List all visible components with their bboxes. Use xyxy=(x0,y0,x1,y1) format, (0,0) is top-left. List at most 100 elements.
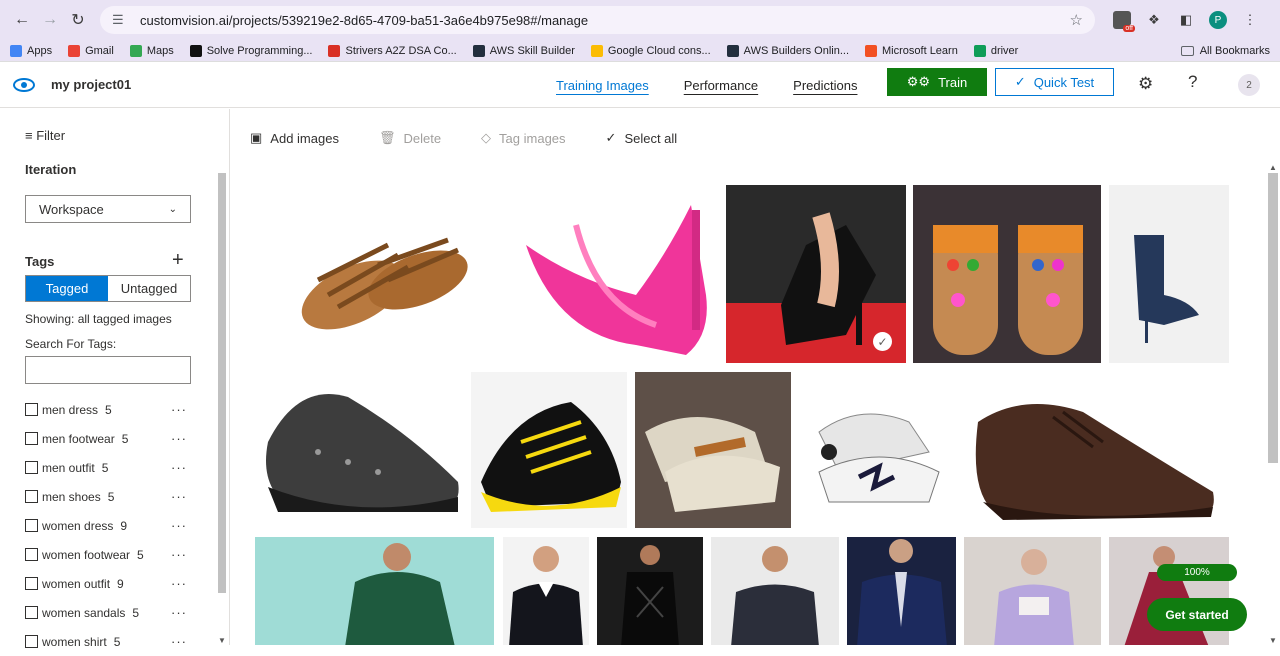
bookmark-item[interactable]: Gmail xyxy=(68,44,114,57)
browser-menu-icon[interactable]: ⋮ xyxy=(1241,11,1259,29)
filter-icon: ≡ xyxy=(25,128,33,143)
bookmark-star-icon[interactable]: ☆ xyxy=(1070,11,1083,29)
image-tile[interactable] xyxy=(516,185,718,363)
tag-row[interactable]: women outfit 9 ··· xyxy=(25,569,191,598)
reload-icon[interactable]: ↻ xyxy=(64,6,92,34)
bookmark-item[interactable]: AWS Builders Onlin... xyxy=(726,44,849,57)
main-scrollbar[interactable]: ▲ ▼ xyxy=(1266,163,1280,645)
tab-performance[interactable]: Performance xyxy=(684,78,758,93)
back-icon[interactable]: ← xyxy=(8,6,36,34)
tag-row[interactable]: women shirt 5 ··· xyxy=(25,627,191,656)
bookmark-item[interactable]: driver xyxy=(973,44,1018,57)
user-avatar[interactable]: 2 xyxy=(1238,74,1260,96)
bookmark-favicon-icon xyxy=(328,44,341,57)
site-info-icon[interactable]: ☰ xyxy=(112,12,130,28)
image-tile[interactable] xyxy=(799,372,955,528)
tag-icon: ◇ xyxy=(481,130,492,145)
bookmark-item[interactable]: Strivers A2Z DSA Co... xyxy=(328,44,457,57)
image-tile[interactable] xyxy=(258,185,498,363)
image-tile[interactable] xyxy=(255,537,494,645)
add-images-button[interactable]: ▣ Add images xyxy=(250,130,339,146)
image-tile[interactable] xyxy=(964,537,1101,645)
get-started-button[interactable]: Get started xyxy=(1147,598,1247,631)
tag-row[interactable]: men footwear 5 ··· xyxy=(25,424,191,453)
bookmark-label: Google Cloud cons... xyxy=(607,44,711,57)
quick-test-button[interactable]: ✓ Quick Test xyxy=(995,68,1114,96)
scroll-down-icon[interactable]: ▼ xyxy=(1269,636,1277,645)
tag-row[interactable]: men dress 5 ··· xyxy=(25,395,191,424)
help-icon[interactable]: ? xyxy=(1188,72,1197,92)
image-tile[interactable] xyxy=(711,537,839,645)
tag-checkbox[interactable] xyxy=(25,548,38,561)
bookmark-item[interactable]: AWS Skill Builder xyxy=(472,44,575,57)
more-options-icon[interactable]: ··· xyxy=(171,547,187,562)
more-options-icon[interactable]: ··· xyxy=(171,634,187,649)
scroll-down-icon[interactable]: ▼ xyxy=(218,636,226,645)
iteration-select[interactable]: Workspace ⌄ xyxy=(25,195,191,223)
tag-row[interactable]: women footwear 5 ··· xyxy=(25,540,191,569)
image-tile[interactable] xyxy=(913,185,1101,363)
image-tile[interactable] xyxy=(503,537,589,645)
tag-checkbox[interactable] xyxy=(25,432,38,445)
tag-checkbox[interactable] xyxy=(25,519,38,532)
tab-predictions[interactable]: Predictions xyxy=(793,78,857,93)
image-tile[interactable] xyxy=(258,372,463,528)
bookmark-item[interactable]: Maps xyxy=(129,44,174,57)
train-button[interactable]: ⚙⚙ Train xyxy=(887,68,987,96)
image-tile[interactable]: ✓ xyxy=(726,185,906,363)
more-options-icon[interactable]: ··· xyxy=(171,402,187,417)
image-tile[interactable] xyxy=(635,372,791,528)
extension-icon[interactable]: off xyxy=(1113,11,1135,32)
side-panel-icon[interactable]: ◧ xyxy=(1177,11,1195,29)
tag-images-button[interactable]: ◇ Tag images xyxy=(481,130,565,146)
image-tile[interactable] xyxy=(1109,185,1229,363)
untagged-button[interactable]: Untagged xyxy=(108,276,190,301)
tag-checkbox[interactable] xyxy=(25,606,38,619)
bookmark-label: Maps xyxy=(146,44,174,57)
main-scroll-thumb[interactable] xyxy=(1268,173,1278,463)
scroll-up-icon[interactable]: ▲ xyxy=(1269,163,1277,172)
add-tag-icon[interactable]: + xyxy=(172,249,184,272)
tag-checkbox[interactable] xyxy=(25,403,38,416)
tag-checkbox[interactable] xyxy=(25,577,38,590)
bookmark-item[interactable]: Solve Programming... xyxy=(189,44,312,57)
tag-row[interactable]: men outfit 5 ··· xyxy=(25,453,191,482)
tag-checkbox[interactable] xyxy=(25,461,38,474)
extensions-puzzle-icon[interactable]: ❖ xyxy=(1145,11,1163,29)
settings-gear-icon[interactable]: ⚙ xyxy=(1138,74,1153,94)
tag-row[interactable]: men shoes 5 ··· xyxy=(25,482,191,511)
tag-checkbox[interactable] xyxy=(25,635,38,648)
more-options-icon[interactable]: ··· xyxy=(171,605,187,620)
image-tile[interactable] xyxy=(963,372,1225,528)
sidebar: ≡ Filter Iteration Workspace ⌄ Tags + Ta… xyxy=(0,109,230,649)
custom-vision-logo-icon[interactable] xyxy=(13,77,35,92)
sidebar-scrollbar[interactable]: ▼ xyxy=(216,161,228,645)
tag-row[interactable]: women dress 9 ··· xyxy=(25,511,191,540)
more-options-icon[interactable]: ··· xyxy=(171,576,187,591)
tab-training-images[interactable]: Training Images xyxy=(556,78,649,93)
address-bar[interactable]: ☰ customvision.ai/projects/539219e2-8d65… xyxy=(100,6,1095,34)
image-tile[interactable] xyxy=(847,537,956,645)
all-bookmarks-button[interactable]: All Bookmarks xyxy=(1180,45,1270,57)
filter-button[interactable]: ≡ Filter xyxy=(25,128,65,143)
forward-icon[interactable]: → xyxy=(36,6,64,34)
more-options-icon[interactable]: ··· xyxy=(171,518,187,533)
select-all-button[interactable]: ✓ Select all xyxy=(606,130,678,146)
tag-checkbox[interactable] xyxy=(25,490,38,503)
more-options-icon[interactable]: ··· xyxy=(171,460,187,475)
search-tags-input[interactable] xyxy=(25,356,191,384)
selected-check-icon[interactable]: ✓ xyxy=(873,332,892,351)
tag-row[interactable]: women sandals 5 ··· xyxy=(25,598,191,627)
more-options-icon[interactable]: ··· xyxy=(171,431,187,446)
tagged-button[interactable]: Tagged xyxy=(26,276,108,301)
image-tile[interactable] xyxy=(597,537,703,645)
bookmark-item[interactable]: Google Cloud cons... xyxy=(590,44,711,57)
image-tile[interactable] xyxy=(471,372,627,528)
more-options-icon[interactable]: ··· xyxy=(171,489,187,504)
delete-button[interactable]: 🗑 Delete xyxy=(379,130,441,146)
browser-profile-avatar[interactable]: P xyxy=(1209,11,1227,29)
bookmark-item[interactable]: Apps xyxy=(10,44,52,57)
bookmark-item[interactable]: Microsoft Learn xyxy=(865,44,958,57)
url-text[interactable]: customvision.ai/projects/539219e2-8d65-4… xyxy=(140,13,1070,28)
sidebar-scroll-thumb[interactable] xyxy=(218,173,226,593)
